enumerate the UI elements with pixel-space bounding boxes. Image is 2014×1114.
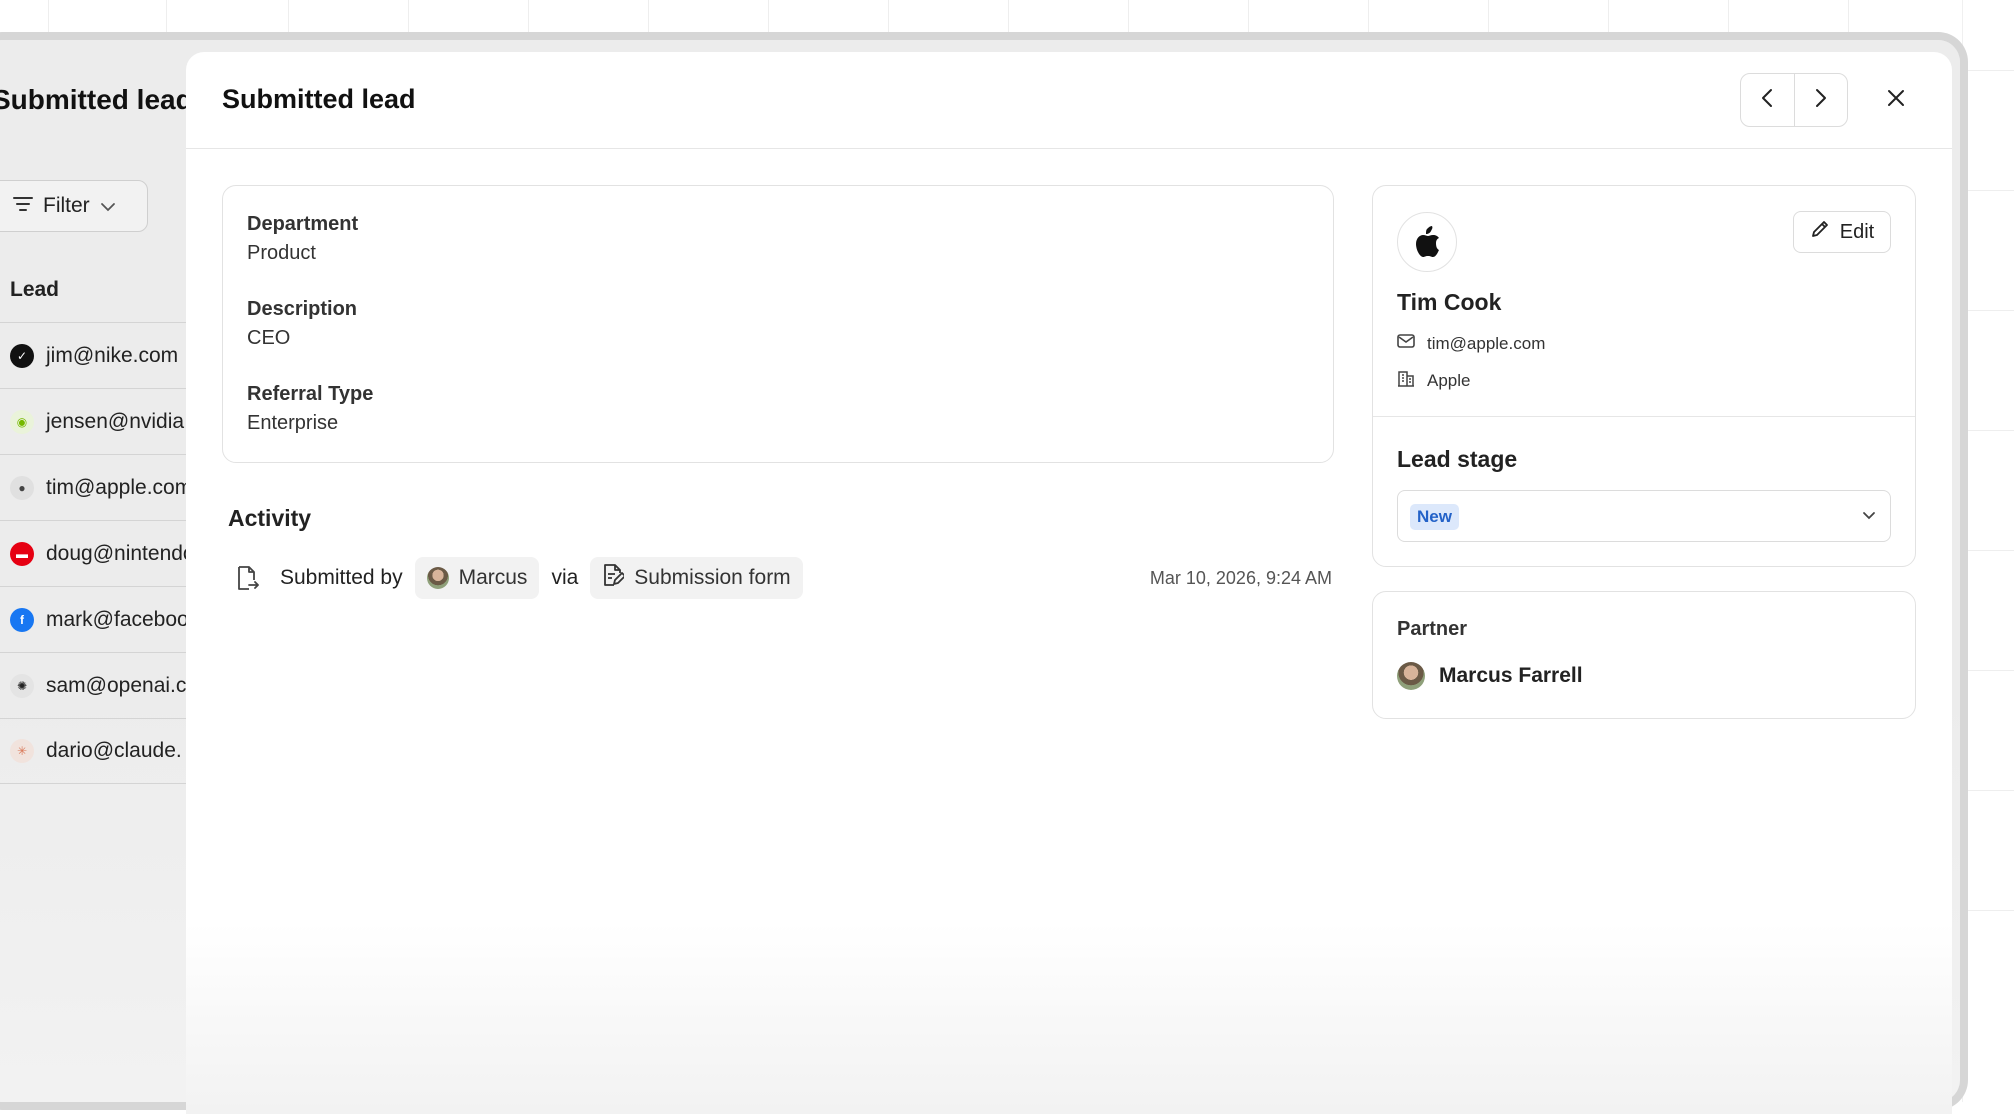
edit-button[interactable]: Edit [1793,211,1891,253]
chevron-right-icon [1815,88,1827,113]
submitter-chip[interactable]: Marcus [414,557,540,599]
pencil-icon [1810,219,1830,245]
lead-email: jim@nike.com [46,343,179,367]
via-label: via [551,566,579,589]
partner-label: Partner [1397,618,1468,640]
close-button[interactable] [1876,80,1916,120]
list-item[interactable]: ✓ jim@nike.com [0,322,190,388]
activity-item: Submitted by Marcus via Submission form … [234,556,1332,600]
edit-label: Edit [1839,220,1875,243]
form-edit-icon [602,563,627,593]
apple-logo-icon [1397,212,1457,272]
list-item[interactable]: ◉ jensen@nvidia [0,388,190,454]
contact-email: tim@apple.com [1427,333,1546,353]
lead-column-header: Lead [10,278,60,301]
partner-card: Partner Marcus Farrell [1372,591,1916,719]
previous-button[interactable] [1741,74,1794,126]
lead-details-card: Department Product Description CEO Refer… [222,185,1334,463]
list-item[interactable]: ✺ sam@openai.c [0,652,190,718]
chevron-down-icon [100,194,116,218]
contact-company-row: Apple [1397,369,1470,392]
description-label: Description [247,298,358,320]
page-title: Submitted leads [0,84,209,115]
nintendo-logo-icon: ▬ [10,541,34,566]
facebook-logo-icon: f [10,607,34,632]
document-arrow-icon [234,565,260,591]
modal-header: Submitted lead [186,52,1952,149]
lead-email: mark@facebook [46,607,200,631]
building-icon [1397,369,1415,392]
lead-stage-select[interactable]: New [1397,490,1891,542]
list-item[interactable]: ▬ doug@nintendo [0,520,195,586]
referral-type-field: Referral Type Enterprise [247,383,373,435]
submitted-lead-modal: Submitted lead Department Product Descri… [186,52,1952,1114]
contact-card: Edit Tim Cook tim@apple.com Apple Lead s… [1372,185,1916,567]
lead-email: jensen@nvidia [46,409,185,433]
department-field: Department Product [247,213,358,265]
filter-icon [13,194,33,218]
lead-email: tim@apple.com [46,475,193,499]
record-navigation [1740,73,1848,127]
next-button[interactable] [1793,74,1848,126]
submitted-by-label: Submitted by [280,566,403,589]
filter-button[interactable]: Filter [0,180,148,232]
activity-title: Activity [228,505,312,531]
close-icon [1886,88,1906,113]
department-label: Department [247,213,359,235]
department-value: Product [247,242,316,264]
referral-type-label: Referral Type [247,383,374,405]
list-item[interactable]: f mark@facebook [0,586,199,652]
chevron-down-icon [1862,507,1876,525]
mail-icon [1397,333,1415,354]
submitter-name: Marcus [458,566,528,589]
filter-label: Filter [43,194,90,217]
contact-company: Apple [1427,370,1471,390]
avatar [1397,662,1425,690]
activity-timestamp: Mar 10, 2026, 9:24 AM [1149,567,1332,588]
modal-title: Submitted lead [222,84,416,114]
status-badge: New [1410,504,1459,530]
referral-type-value: Enterprise [247,412,339,434]
lead-list: ✓ jim@nike.com ◉ jensen@nvidia ● tim@app… [0,322,199,784]
list-item[interactable]: ● tim@apple.com [0,454,193,520]
submission-form-label: Submission form [634,566,791,589]
contact-email-row: tim@apple.com [1397,333,1545,354]
lead-email: doug@nintendo [46,541,195,565]
openai-logo-icon: ✺ [10,673,34,698]
lead-stage-title: Lead stage [1397,446,1518,472]
submission-form-chip[interactable]: Submission form [590,557,803,599]
nike-logo-icon: ✓ [10,343,34,368]
description-field: Description CEO [247,298,357,350]
contact-name: Tim Cook [1397,289,1502,315]
apple-logo-icon: ● [10,475,34,500]
partner-name: Marcus Farrell [1439,664,1583,687]
claude-logo-icon: ✳ [10,739,34,763]
lead-email: dario@claude. [46,739,182,762]
card-divider [1373,416,1915,417]
avatar [426,567,449,589]
list-item[interactable]: ✳ dario@claude. [0,718,190,784]
nvidia-logo-icon: ◉ [10,409,34,434]
chevron-left-icon [1761,88,1773,113]
description-value: CEO [247,327,291,349]
partner-row[interactable]: Marcus Farrell [1397,662,1583,690]
lead-email: sam@openai.c [46,673,187,697]
